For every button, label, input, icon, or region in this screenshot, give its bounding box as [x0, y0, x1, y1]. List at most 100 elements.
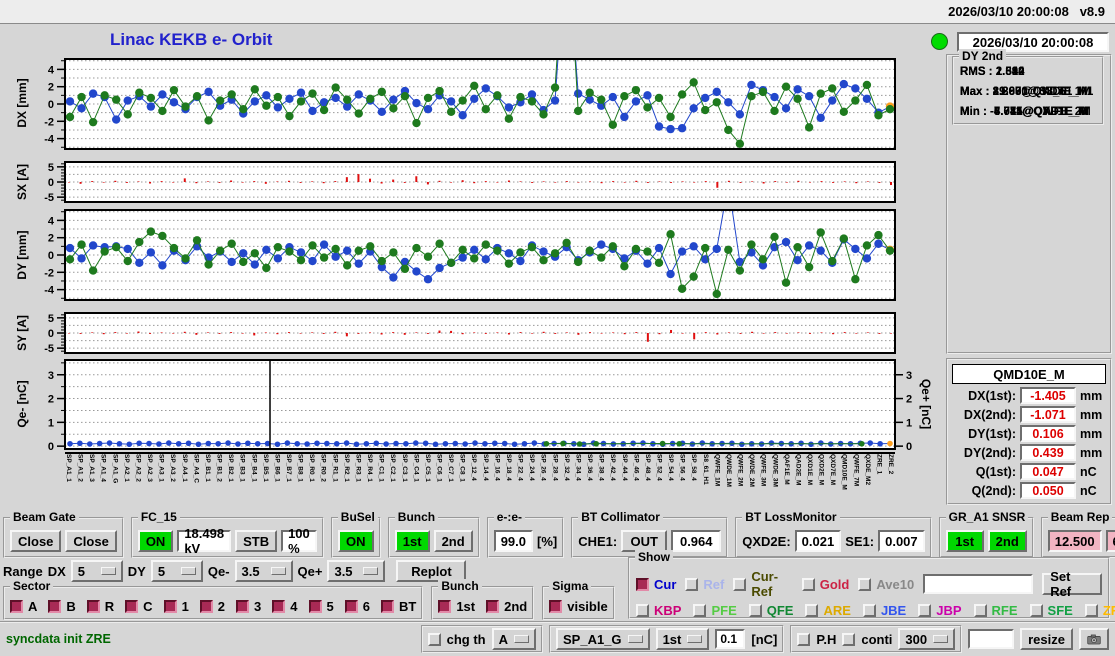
svg-text:3: 3	[48, 370, 54, 382]
sp-dropdown[interactable]: SP_A1_G	[556, 628, 650, 650]
che1-out-button[interactable]: OUT	[621, 530, 668, 552]
show-line-checkbox[interactable]	[693, 604, 707, 617]
show-line-checkbox[interactable]	[748, 604, 762, 617]
show-checkbox[interactable]	[733, 577, 747, 591]
svg-text:0: 0	[48, 99, 54, 111]
bunch-1st-button[interactable]: 1st	[394, 530, 430, 552]
sector-checkbox[interactable]	[10, 600, 23, 613]
sector-checkbox[interactable]	[308, 600, 322, 613]
bunch-2nd-button[interactable]: 2nd	[433, 530, 473, 552]
show-line-checkbox[interactable]	[636, 604, 649, 617]
sector-checkbox[interactable]	[199, 600, 213, 613]
bunch-checkbox[interactable]	[438, 600, 452, 613]
ref-file-input[interactable]	[923, 574, 1034, 594]
chart-dy: 4 2 0 -2 -4	[44, 209, 896, 301]
bpm-label: ZRE_2	[887, 454, 895, 475]
sector-option[interactable]: 1	[163, 599, 189, 614]
bpm-label: SP_28_4	[551, 454, 559, 481]
sector-checkbox[interactable]	[380, 600, 394, 613]
chg-th-checkbox[interactable]	[427, 632, 441, 646]
bunch-option[interactable]: 2nd	[486, 599, 527, 614]
show-line-checkbox[interactable]	[862, 604, 876, 617]
show-line-option[interactable]: SFE	[1029, 603, 1073, 618]
show-line-checkbox[interactable]	[918, 604, 932, 617]
sector-option[interactable]: 4	[272, 599, 298, 614]
sector-checkbox[interactable]	[48, 600, 62, 613]
show-line-checkbox[interactable]	[1084, 604, 1098, 617]
beam-rep-value-2: 6.979	[1105, 530, 1115, 552]
show-line-checkbox[interactable]	[973, 604, 987, 617]
threshold-input[interactable]	[715, 629, 746, 649]
show-line-checkbox[interactable]	[1029, 604, 1043, 617]
che1-label: CHE1:	[578, 533, 618, 549]
monitor-row-value: -1.071	[1020, 406, 1076, 423]
conti-checkbox[interactable]	[842, 632, 856, 646]
extra-input[interactable]	[968, 629, 1015, 649]
sector-option[interactable]: 3	[236, 599, 261, 614]
sector-checkbox[interactable]	[86, 600, 100, 613]
sector-checkbox[interactable]	[125, 600, 139, 613]
show-checkbox[interactable]	[801, 577, 815, 591]
show-option[interactable]: Gold	[801, 569, 849, 599]
sector-option[interactable]: 2	[199, 599, 225, 614]
monitor-row-value: 0.050	[1020, 482, 1076, 499]
show-option[interactable]: Ave10	[858, 569, 914, 599]
show-line-option[interactable]: ZRE	[1084, 603, 1115, 618]
range-dx-dropdown[interactable]: 5	[70, 560, 123, 582]
ph-checkbox[interactable]	[797, 632, 811, 646]
show-line-option[interactable]: QFE	[748, 603, 793, 618]
bunch-dropdown[interactable]: 1st	[655, 628, 710, 650]
show-line-option[interactable]: KBP	[636, 603, 681, 618]
show-line-option[interactable]: ARE	[805, 603, 851, 618]
channel-dropdown[interactable]: A	[491, 628, 537, 650]
show-checkbox[interactable]	[858, 577, 872, 591]
sector-option[interactable]: BT	[380, 599, 416, 614]
svg-text:3: 3	[906, 370, 912, 382]
sector-checkbox[interactable]	[163, 600, 177, 613]
set-ref-button[interactable]: Set Ref	[1042, 569, 1102, 599]
sigma-visible-option[interactable]: visible	[549, 599, 608, 614]
bpm-label: SP_R0_1	[308, 454, 316, 482]
beam-gate-close-2-button[interactable]: Close	[65, 530, 117, 552]
navg-dropdown[interactable]: 300	[898, 628, 956, 650]
bpm-label: SP_A1_G	[111, 454, 119, 484]
range-qem-dropdown[interactable]: 3.5	[234, 560, 293, 582]
sector-checkbox[interactable]	[344, 600, 358, 613]
range-qep-dropdown[interactable]: 3.5	[327, 560, 386, 582]
svg-text:-4: -4	[44, 134, 55, 146]
show-option[interactable]: Ref	[685, 569, 724, 599]
busel-on-button[interactable]: ON	[337, 530, 374, 552]
sector-option[interactable]: 5	[308, 599, 334, 614]
sector-option[interactable]: C	[125, 599, 153, 614]
bunch-checkbox[interactable]	[486, 600, 500, 613]
snapshot-button[interactable]	[1079, 628, 1109, 650]
show-line-option[interactable]: JBP	[918, 603, 962, 618]
sector-checkbox[interactable]	[272, 600, 286, 613]
fc15-on-button[interactable]: ON	[137, 530, 174, 552]
bpm-label: SP_A3_2	[169, 454, 177, 482]
show-option[interactable]: Cur	[636, 569, 676, 599]
bpm-label: SP_R2_1	[342, 454, 350, 482]
show-line-option[interactable]: PFE	[693, 603, 737, 618]
sector-option[interactable]: A	[10, 599, 37, 614]
show-checkbox[interactable]	[685, 577, 699, 591]
gra1-2nd-button[interactable]: 2nd	[987, 530, 1027, 552]
sector-option[interactable]: 6	[344, 599, 370, 614]
resize-button[interactable]: resize	[1020, 628, 1073, 650]
gra1-1st-button[interactable]: 1st	[945, 530, 984, 552]
show-line-checkbox[interactable]	[805, 604, 819, 617]
range-dy-dropdown[interactable]: 5	[150, 560, 203, 582]
sector-option[interactable]: R	[86, 599, 114, 614]
show-line-option[interactable]: RFE	[973, 603, 1018, 618]
fc15-stb-button[interactable]: STB	[235, 530, 278, 552]
svg-text:-5: -5	[44, 343, 54, 355]
show-line-option[interactable]: JBE	[862, 603, 906, 618]
sector-checkbox[interactable]	[236, 600, 250, 613]
sigma-visible-checkbox[interactable]	[549, 600, 563, 613]
sector-option[interactable]: B	[48, 599, 76, 614]
show-checkbox[interactable]	[636, 577, 649, 591]
show-option[interactable]: Cur-Ref	[733, 569, 792, 599]
bunch-option[interactable]: 1st	[438, 599, 475, 614]
bpm-label: SP_C5_1	[423, 454, 431, 482]
beam-gate-close-1-button[interactable]: Close	[10, 530, 62, 552]
